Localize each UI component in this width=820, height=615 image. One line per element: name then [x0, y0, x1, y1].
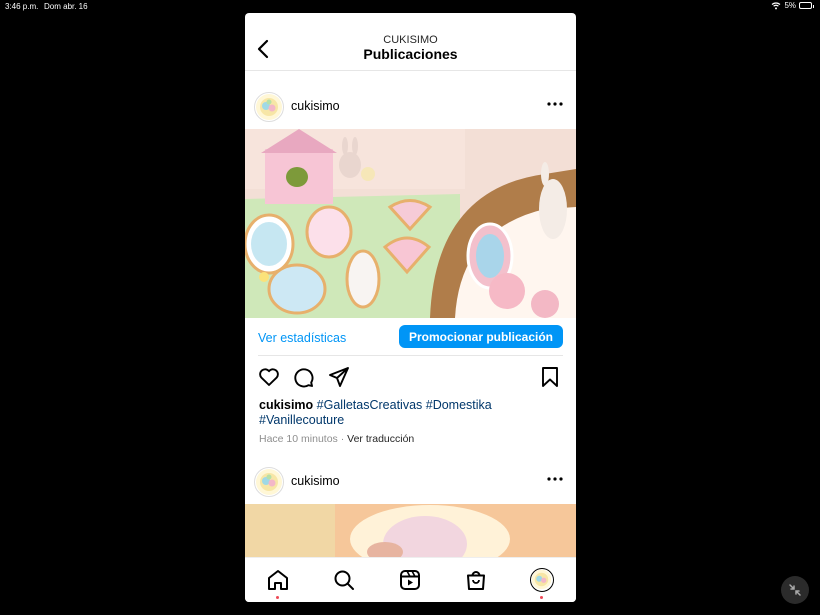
exit-fullscreen-button[interactable] — [781, 576, 809, 604]
search-icon[interactable] — [332, 568, 356, 592]
action-bar — [245, 365, 576, 391]
home-icon[interactable] — [266, 568, 290, 592]
post-timestamp: Hace 10 minutos — [259, 433, 338, 445]
avatar-logo — [256, 469, 282, 495]
avatar-logo — [256, 94, 282, 120]
share-icon[interactable] — [327, 365, 351, 389]
avatar — [531, 569, 552, 590]
battery-icon — [799, 2, 814, 9]
wifi-icon — [772, 2, 781, 10]
post-photo — [245, 129, 576, 318]
shrink-arrows-icon — [789, 584, 801, 596]
page-title: Publicaciones — [363, 46, 458, 62]
status-time: 3:46 p.m. — [5, 2, 39, 11]
battery-percent: 5% — [784, 1, 796, 10]
home-notification-dot — [276, 596, 279, 599]
comment-icon[interactable] — [291, 365, 315, 389]
status-date: Dom abr. 16 — [44, 2, 88, 11]
avatar[interactable] — [254, 92, 284, 122]
view-insights-link[interactable]: Ver estadísticas — [258, 331, 346, 345]
post-image[interactable] — [245, 129, 576, 318]
insights-row: Ver estadísticas Promocionar publicación — [245, 323, 576, 359]
bookmark-icon[interactable] — [538, 365, 562, 389]
more-options-icon[interactable] — [545, 94, 565, 114]
bottom-nav — [245, 557, 576, 602]
status-right: 5% — [771, 1, 814, 10]
divider — [258, 355, 563, 356]
next-post-username[interactable]: cukisimo — [291, 474, 340, 488]
like-icon[interactable] — [257, 365, 281, 389]
post-header: cukisimo — [245, 87, 576, 127]
post-username[interactable]: cukisimo — [291, 99, 340, 113]
more-options-icon[interactable] — [545, 469, 565, 489]
next-post-header: cukisimo — [245, 462, 576, 502]
profile-notification-dot — [540, 596, 543, 599]
post-caption: cukisimo #GalletasCreativas #Domestika #… — [259, 398, 559, 428]
caption-username[interactable]: cukisimo — [259, 398, 313, 412]
next-post-image[interactable] — [245, 504, 576, 558]
see-translation-link[interactable]: Ver traducción — [347, 433, 414, 445]
next-post-photo — [245, 504, 576, 558]
shop-icon[interactable] — [464, 568, 488, 592]
app-window: CUKISIMO Publicaciones cukisimo Ver esta… — [245, 13, 576, 602]
status-bar: 3:46 p.m. Dom abr. 16 5% — [0, 0, 820, 12]
top-bar: CUKISIMO Publicaciones — [245, 13, 576, 71]
avatar[interactable] — [254, 467, 284, 497]
account-name: CUKISIMO — [383, 34, 438, 46]
profile-tab-avatar[interactable] — [530, 568, 554, 592]
promote-button[interactable]: Promocionar publicación — [398, 325, 563, 348]
reels-icon[interactable] — [398, 568, 422, 592]
post-meta: Hace 10 minutos · Ver traducción — [259, 433, 414, 445]
